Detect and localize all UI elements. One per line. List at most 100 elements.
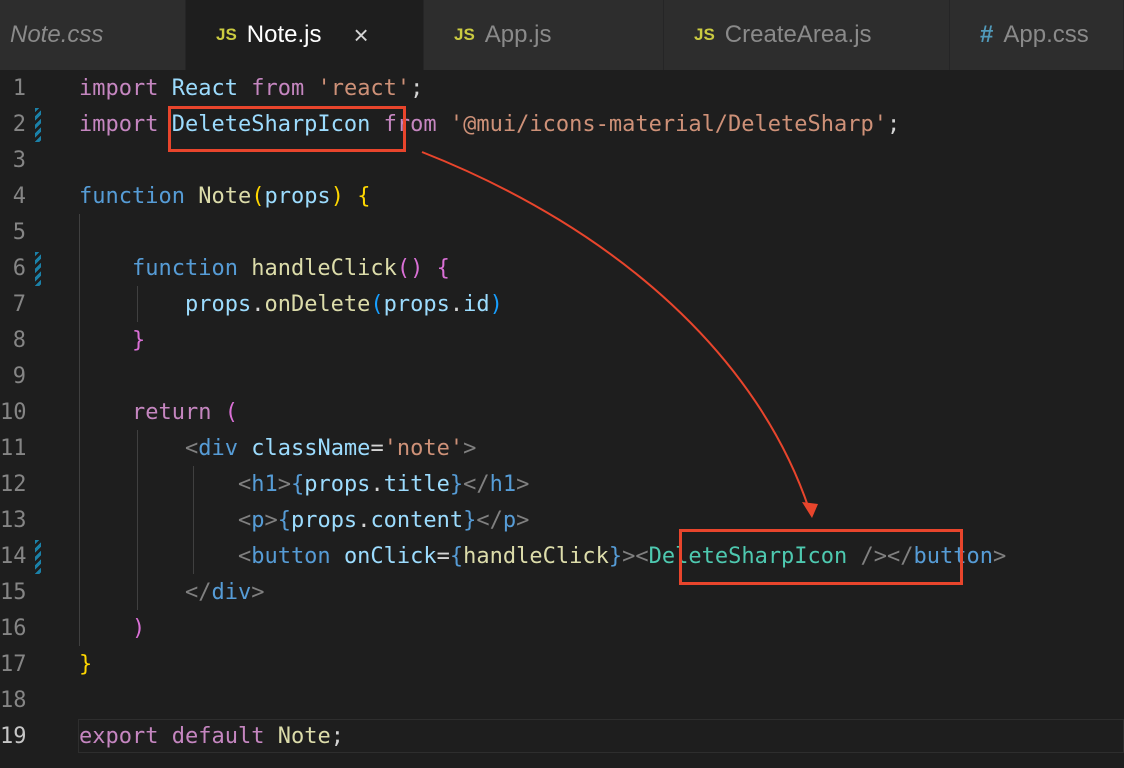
code-line[interactable]: 4 function Note(props) { [0,179,1124,215]
code-token: } [463,508,477,533]
code-line[interactable]: 11 <div className='note'> [0,431,1124,467]
line-number: 15 [0,580,27,605]
line-number: 10 [0,400,27,425]
code-line[interactable]: 18 [0,683,1124,719]
code-token: div [211,580,252,605]
code-token: . [449,292,464,317]
code-token: . [370,472,384,497]
tab-note-js[interactable]: JS Note.js × [186,0,424,70]
code-token: title [383,472,450,497]
line-number: 18 [0,688,27,713]
code-token: < [237,544,252,569]
modified-line-gutter-marker[interactable] [35,108,41,142]
code-token: > [463,436,477,461]
code-token: > [264,508,278,533]
js-file-icon: JS [216,25,237,44]
css-file-icon: # [980,21,994,48]
code-token: ( [224,400,238,425]
code-text: function Note(props) { [79,179,370,215]
line-number: 11 [0,436,27,461]
code-text: <p>{props.content}</p> [79,503,529,539]
code-token: props [383,292,450,317]
code-line[interactable]: 6 function handleClick() { [0,251,1124,287]
code-token: button [251,544,331,569]
code-token: . [251,292,265,317]
line-number: 12 [0,472,27,497]
code-editor[interactable]: 1 import React from 'react'; 2 import Delet… [0,70,1124,768]
code-token: </ [476,508,503,533]
code-token: >< [622,544,649,569]
tab-app-css[interactable]: # App.css [950,0,1124,70]
code-token: p [251,508,265,533]
code-text: </div> [79,575,265,611]
code-token: </ [184,580,212,605]
code-line[interactable]: 16 ) [0,611,1124,647]
code-line[interactable]: 17} [0,647,1124,683]
tab-app-js[interactable]: JS App.js [424,0,664,70]
code-line[interactable]: 9 [0,359,1124,395]
line-number: 19 [0,724,27,749]
close-icon[interactable]: × [354,22,369,48]
modified-line-gutter-marker[interactable] [35,252,41,286]
code-token: { [449,544,464,569]
tab-label: Note.js [246,21,322,48]
code-token: h1 [251,472,278,497]
line-number: 13 [0,508,27,533]
annotation-box-import [168,106,406,152]
code-token: < [237,472,252,497]
tab-label: Note.css [10,21,104,48]
code-token: = [370,436,384,461]
code-token: ; [887,112,901,137]
code-token: import [79,112,159,137]
js-file-icon: JS [694,25,715,44]
code-line[interactable]: 7 props.onDelete(props.id) [0,287,1124,323]
code-token: > [993,544,1007,569]
code-token: ; [410,76,424,101]
code-line[interactable]: 5 [0,215,1124,251]
code-line[interactable]: 1 import React from 'react'; [0,71,1124,107]
tab-note-css[interactable]: Note.css [0,0,186,70]
code-token: content [370,508,464,533]
tab-createarea-js[interactable]: JS CreateArea.js [664,0,950,70]
code-token: onClick [343,544,437,569]
code-token: ) [131,616,146,641]
line-number: 9 [12,364,26,389]
code-token: { [436,256,450,281]
code-token: from [251,76,305,101]
code-line[interactable]: 12 <h1>{props.title}</h1> [0,467,1124,503]
line-number: 8 [12,328,26,353]
line-number: 4 [12,184,26,209]
code-token: export [79,724,159,749]
code-token: function [79,184,185,209]
code-line[interactable]: 19 export default Note; [0,719,1124,755]
code-token: } [131,328,146,353]
code-token: </ [463,472,490,497]
code-text: props.onDelete(props.id) [79,287,503,323]
code-token: props [184,292,252,317]
annotation-box-usage [679,529,963,585]
code-token: } [608,544,623,569]
tab-label: App.js [484,21,552,48]
line-number: 7 [12,292,26,317]
code-text: import React from 'react'; [79,71,423,107]
code-line[interactable]: 8 } [0,323,1124,359]
code-line[interactable]: 10 return ( [0,395,1124,431]
code-token: < [237,508,252,533]
code-text: function handleClick() { [79,251,450,287]
modified-line-gutter-marker[interactable] [35,540,41,574]
line-number: 5 [12,220,26,245]
